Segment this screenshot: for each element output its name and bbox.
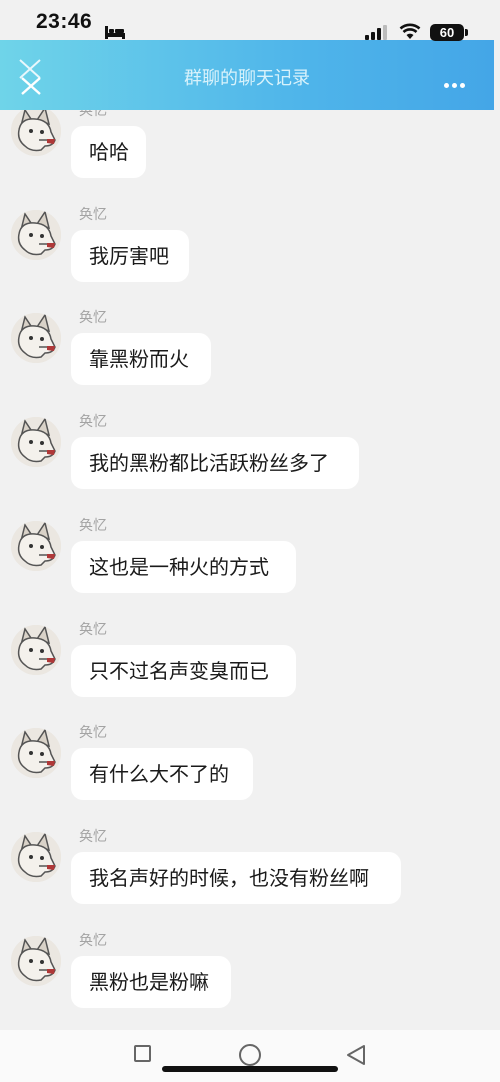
page-title: 群聊的聊天记录 <box>184 68 310 89</box>
sender-name: 奂忆 <box>79 621 107 638</box>
home-button[interactable] <box>239 1044 261 1066</box>
avatar[interactable] <box>11 728 61 779</box>
sender-name: 奂忆 <box>79 932 107 949</box>
status-bar: 23:46 60 <box>0 0 500 41</box>
sender-name: 奂忆 <box>79 206 107 223</box>
home-indicator[interactable] <box>162 1066 338 1072</box>
sleep-focus-icon <box>104 24 126 44</box>
message-bubble[interactable]: 靠黑粉而火 <box>71 333 211 386</box>
system-navigation-bar <box>0 1030 500 1082</box>
wifi-icon <box>399 23 421 44</box>
message-bubble[interactable]: 有什么大不了的 <box>71 748 253 801</box>
back-button[interactable] <box>345 1044 367 1070</box>
avatar[interactable] <box>11 417 61 468</box>
message-bubble[interactable]: 这也是一种火的方式 <box>71 540 296 593</box>
message-bubble[interactable]: 我厉害吧 <box>71 229 189 282</box>
chat-header: 群聊的聊天记录 <box>0 40 494 110</box>
more-options-icon[interactable] <box>444 73 468 92</box>
avatar[interactable] <box>11 935 61 986</box>
chat-message-list[interactable]: 奂忆 哈哈 奂忆 我厉害吧 奂忆 靠黑粉而火 奂忆 我的黑粉都比活跃粉丝多了 奂忆 这也是一种火的… <box>0 0 500 1030</box>
message-bubble[interactable]: 我名声好的时候，也没有粉丝啊 <box>71 851 401 904</box>
sender-name: 奂忆 <box>79 414 107 431</box>
recent-apps-button[interactable] <box>134 1045 151 1062</box>
sender-name: 奂忆 <box>79 725 107 742</box>
status-time: 23:46 <box>36 10 93 33</box>
avatar[interactable] <box>11 520 61 571</box>
sender-name: 奂忆 <box>79 828 107 845</box>
message-bubble[interactable]: 只不过名声变臭而已 <box>71 644 296 697</box>
message-bubble[interactable]: 我的黑粉都比活跃粉丝多了 <box>71 437 359 490</box>
message-bubble[interactable]: 黑粉也是粉嘛 <box>71 955 231 1008</box>
avatar[interactable] <box>11 313 61 364</box>
avatar[interactable] <box>11 624 61 675</box>
sender-name: 奂忆 <box>79 517 107 534</box>
avatar[interactable] <box>11 831 61 882</box>
sender-name: 奂忆 <box>79 310 107 327</box>
cellular-signal-icon <box>365 25 387 44</box>
avatar[interactable] <box>11 106 61 156</box>
battery-tip <box>465 29 468 36</box>
message-bubble[interactable]: 哈哈 <box>71 126 146 178</box>
avatar[interactable] <box>11 209 61 260</box>
battery-level: 60 <box>430 24 464 41</box>
